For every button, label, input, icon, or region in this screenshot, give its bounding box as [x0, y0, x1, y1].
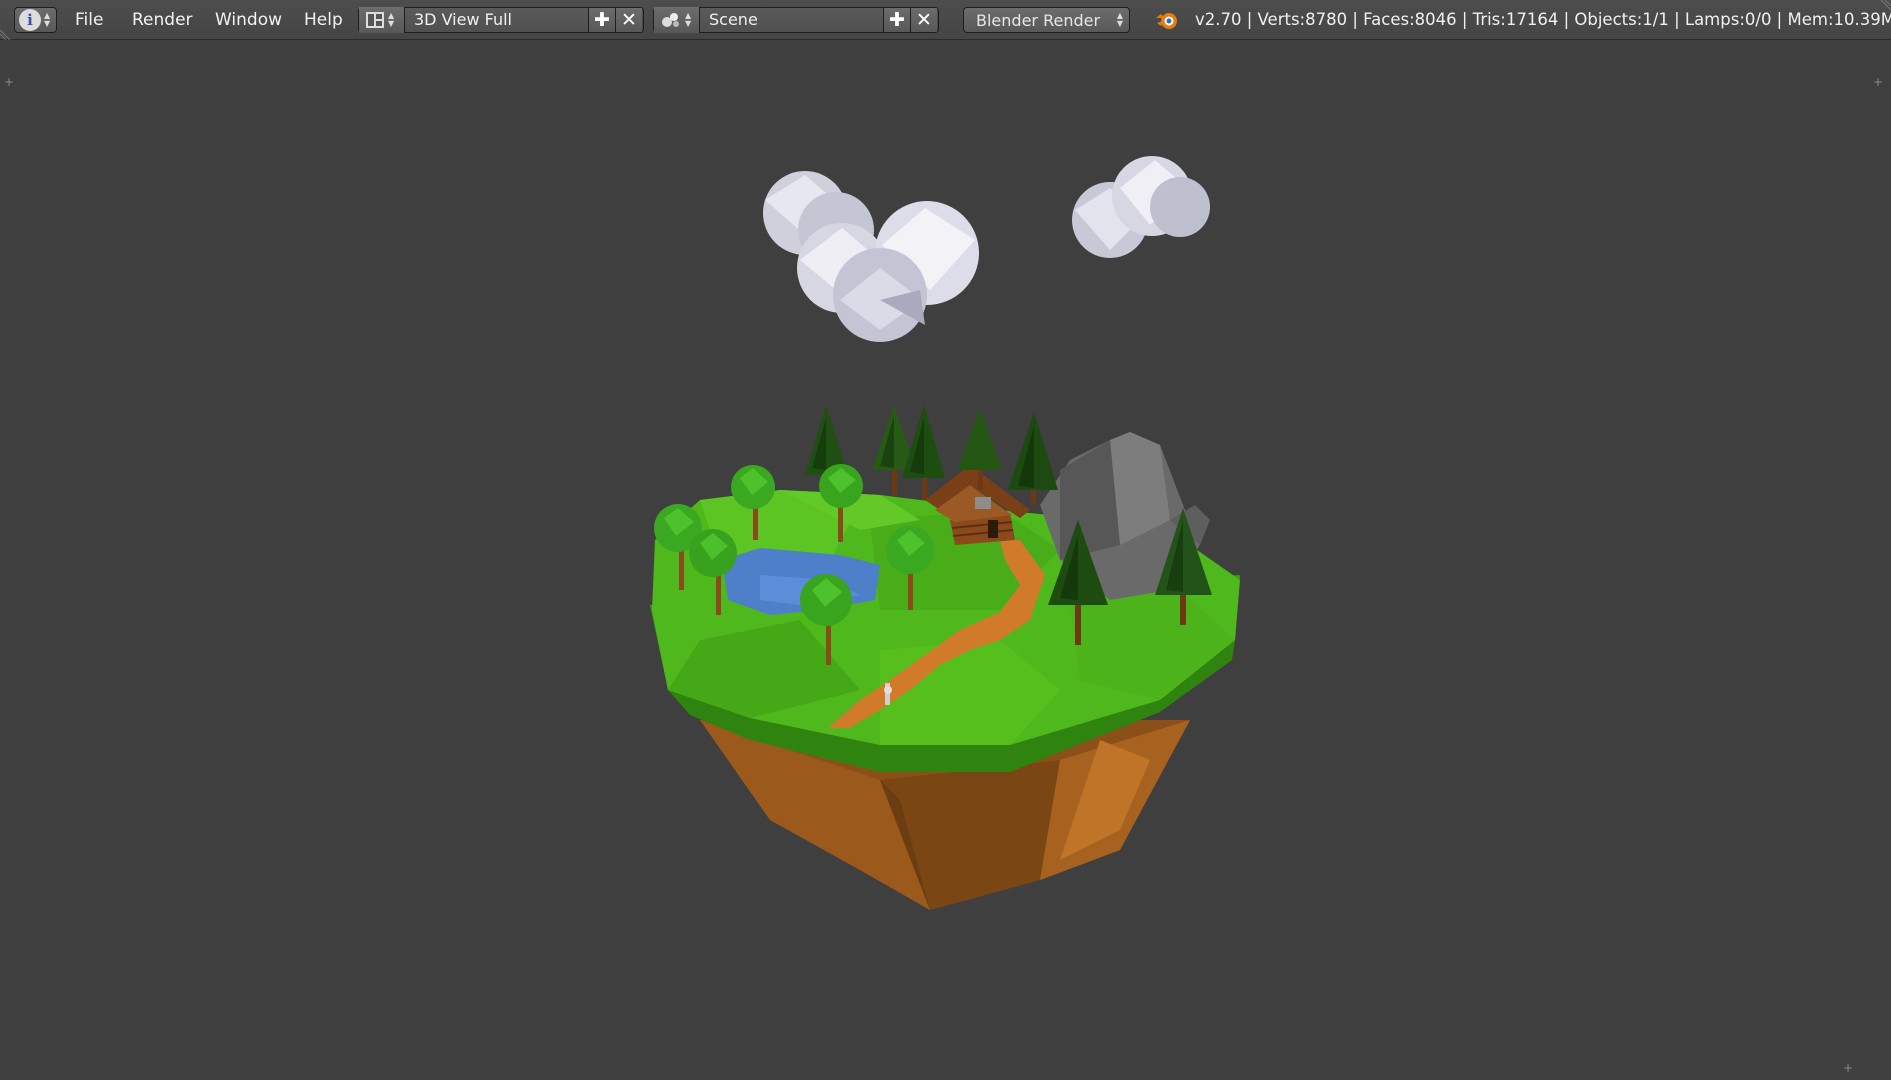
blender-logo-icon [1156, 13, 1177, 29]
scene-browse-button[interactable]: ▲ ▼ [654, 7, 700, 33]
close-icon: ✕ [621, 9, 637, 31]
menu-window[interactable]: Window [215, 0, 282, 40]
floating-island-render [650, 156, 1240, 910]
menu-render[interactable]: Render [132, 0, 193, 40]
render-engine-value: Blender Render [976, 10, 1101, 30]
area-split-corner-left[interactable] [0, 26, 14, 40]
dropdown-arrows-icon: ▲ ▼ [388, 11, 395, 28]
menu-file[interactable]: File [75, 0, 103, 40]
cloud-right [1072, 156, 1210, 258]
dropdown-arrows-icon: ▲ ▼ [1116, 11, 1123, 28]
plus-icon: ✚ [594, 9, 610, 31]
dropdown-arrows-icon: ▲ ▼ [685, 11, 692, 28]
render-engine-select[interactable]: Blender Render ▲ ▼ [963, 7, 1130, 33]
remove-scene-button[interactable]: ✕ [911, 8, 937, 32]
scene-statistics: v2.70 | Verts:8780 | Faces:8046 | Tris:1… [1195, 10, 1891, 29]
close-icon: ✕ [916, 9, 932, 31]
remove-screen-layout-button[interactable]: ✕ [616, 8, 642, 32]
editor-type-selector[interactable]: i ▲ ▼ [14, 7, 57, 33]
scene-name-field[interactable]: Scene [700, 8, 884, 32]
pine-tree [872, 405, 916, 495]
scene-group: ▲ ▼ Scene ✚ ✕ [653, 7, 939, 33]
screen-layout-name-field[interactable]: 3D View Full [405, 8, 589, 32]
scene-icon [662, 13, 679, 27]
info-icon: i [19, 9, 41, 31]
3d-viewport[interactable]: + + + [0, 41, 1891, 1080]
add-scene-button[interactable]: ✚ [884, 8, 911, 32]
info-header: i ▲ ▼ File Render Window Help ▲ ▼ 3D View … [0, 0, 1891, 40]
screen-layout-icon [366, 12, 384, 28]
screen-layout-browse-button[interactable]: ▲ ▼ [359, 7, 405, 33]
screen-layout-group: ▲ ▼ 3D View Full ✚ ✕ [358, 7, 644, 33]
cloud-left [763, 171, 979, 342]
dropdown-arrows-icon: ▲ ▼ [44, 11, 51, 28]
plus-icon: ✚ [889, 9, 905, 31]
menu-help[interactable]: Help [304, 0, 343, 40]
add-screen-layout-button[interactable]: ✚ [589, 8, 616, 32]
